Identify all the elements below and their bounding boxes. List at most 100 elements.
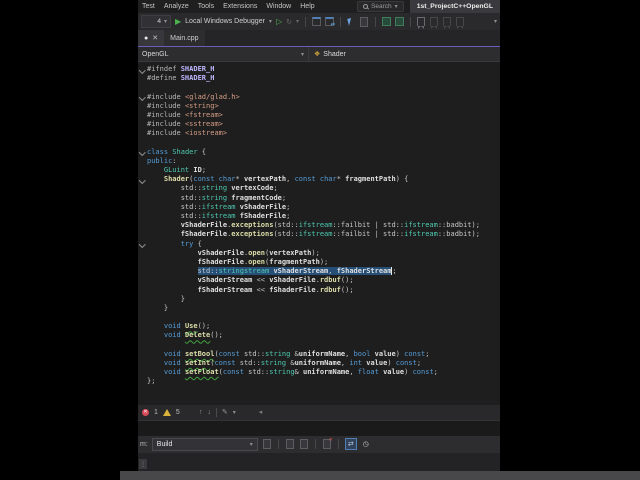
- start-without-debugging-button[interactable]: ▷: [276, 17, 282, 26]
- menu-item-help[interactable]: Help: [300, 3, 314, 10]
- tab-shader-h-cropped[interactable]: ● ✕: [138, 30, 165, 46]
- output-text-area[interactable]: ⋮: [138, 452, 500, 471]
- output-separator: [314, 439, 316, 450]
- timestamp-icon[interactable]: ◷: [361, 439, 371, 449]
- fold-collapse-icon[interactable]: [138, 93, 147, 102]
- code-line: [138, 139, 500, 148]
- code-line: vShaderFile.open(vertexPath);: [138, 249, 500, 258]
- fold-margin: [138, 129, 147, 138]
- toolbar-overflow-button[interactable]: ▾: [494, 18, 497, 25]
- solution-platform-dropdown[interactable]: 4 ▾: [141, 15, 171, 28]
- uncomment-icon[interactable]: [394, 17, 404, 26]
- run-label[interactable]: Local Windows Debugger: [185, 18, 265, 25]
- comment-icon[interactable]: [381, 17, 391, 26]
- warning-icon[interactable]: [162, 408, 171, 416]
- prev-message-icon[interactable]: [285, 439, 295, 450]
- chevron-down-icon: ▾: [394, 4, 398, 10]
- panel-splitter[interactable]: [138, 419, 500, 436]
- toggle-bookmark-icon[interactable]: [417, 17, 426, 29]
- code-line: std::string vertexCode;: [138, 184, 500, 193]
- code-line: #ifndef SHADER_H: [138, 65, 500, 74]
- editor-indicator-bar: ✕ 1 5 ↑ ↓ ✎ ▾ ◂: [138, 404, 500, 420]
- code-line: vShaderFile.exceptions(std::ifstream::fa…: [138, 221, 500, 230]
- menu-item-tools[interactable]: Tools: [198, 3, 214, 10]
- prev-bookmark-icon[interactable]: [430, 17, 439, 29]
- next-issue-icon[interactable]: ↓: [207, 409, 211, 416]
- fold-margin: [138, 221, 147, 230]
- menu-item-test[interactable]: Test: [142, 3, 155, 10]
- project-dropdown[interactable]: OpenGL ▾: [138, 47, 309, 61]
- fold-margin: [138, 313, 147, 322]
- code-line: std::string fragmentCode;: [138, 194, 500, 203]
- output-scrollbar-fragment[interactable]: ⋮: [139, 459, 147, 469]
- fold-collapse-icon[interactable]: [138, 65, 147, 74]
- fold-margin: [138, 267, 147, 276]
- error-icon[interactable]: ✕: [142, 408, 149, 416]
- code-line: [138, 83, 500, 92]
- fold-margin: [138, 83, 147, 92]
- fold-margin: [138, 102, 147, 111]
- document-icon[interactable]: [360, 16, 369, 27]
- fold-margin: [138, 157, 147, 166]
- fold-collapse-icon[interactable]: [138, 175, 147, 184]
- indicator-separator: [215, 407, 217, 417]
- fold-collapse-icon[interactable]: [138, 240, 147, 249]
- output-separator: [337, 439, 339, 450]
- clear-bookmarks-icon[interactable]: [456, 17, 465, 29]
- code-line: #include <string>: [138, 102, 500, 111]
- output-source-dropdown[interactable]: Build ▾: [151, 437, 258, 451]
- fold-collapse-icon[interactable]: [138, 148, 147, 157]
- hot-reload-icon[interactable]: ↻: [286, 18, 292, 26]
- error-count[interactable]: 1: [154, 409, 158, 416]
- code-line: #include <fstream>: [138, 111, 500, 120]
- clear-all-output-icon[interactable]: [322, 437, 333, 450]
- fold-margin: [138, 350, 147, 359]
- class-icon: ❖: [314, 51, 321, 58]
- filter-dropdown-icon[interactable]: ▾: [233, 409, 236, 416]
- solution-explorer-window-icon[interactable]: [311, 17, 321, 26]
- word-wrap-icon[interactable]: ⇄: [344, 438, 357, 451]
- run-button[interactable]: ▶: [175, 17, 181, 26]
- tab-main-cpp[interactable]: Main.cpp: [164, 30, 205, 46]
- code-line: #include <iostream>: [138, 129, 500, 138]
- warning-count[interactable]: 5: [176, 409, 180, 416]
- code-line: [138, 341, 500, 350]
- menu-items: Test Analyze Tools Extensions Window Help: [142, 3, 324, 10]
- fold-margin: [138, 341, 147, 350]
- menu-item-extensions[interactable]: Extensions: [223, 3, 257, 10]
- code-line: }: [138, 304, 500, 313]
- run-dropdown-icon[interactable]: ▾: [269, 18, 272, 25]
- code-line: try {: [138, 240, 500, 249]
- filter-icon[interactable]: ✎: [222, 408, 228, 416]
- next-message-icon[interactable]: [299, 439, 309, 450]
- code-line: fShaderStream << fShaderFile.rdbuf();: [138, 286, 500, 295]
- editor-navigation-bar: OpenGL ▾ ❖ Shader: [138, 47, 500, 62]
- menu-bar: Test Analyze Tools Extensions Window Help Sea…: [138, 0, 500, 13]
- code-line: };: [138, 377, 500, 386]
- fold-margin: [138, 249, 147, 258]
- hot-reload-dropdown-icon[interactable]: ▾: [296, 18, 299, 25]
- output-toolbar: m: Build ▾ ⇄ ◷: [138, 435, 500, 453]
- sync-window-icon[interactable]: [324, 17, 335, 28]
- code-line: std::ifstream vShaderFile;: [138, 203, 500, 212]
- code-editor[interactable]: #ifndef SHADER_H #define SHADER_H #include…: [138, 62, 500, 405]
- fold-margin: [138, 203, 147, 212]
- fold-margin: [138, 359, 147, 368]
- hscrollbar-left-arrow[interactable]: ◂: [259, 408, 263, 416]
- code-line: void setInt(const std::string &uniformNa…: [138, 359, 500, 368]
- code-line: void setFloat(const std::string& uniform…: [138, 368, 500, 377]
- close-icon[interactable]: ✕: [152, 34, 158, 42]
- search-box[interactable]: Search ▾: [357, 1, 404, 12]
- show-output-from-label-fragment: m:: [140, 440, 148, 448]
- find-message-icon[interactable]: [262, 439, 272, 450]
- prev-issue-icon[interactable]: ↑: [199, 409, 203, 416]
- type-dropdown[interactable]: ❖ Shader: [309, 50, 351, 59]
- next-bookmark-icon[interactable]: [443, 17, 452, 29]
- cursor-pointer-icon[interactable]: [347, 17, 356, 26]
- chevron-down-icon: ▾: [249, 441, 253, 448]
- code-line: #include <glad/glad.h>: [138, 93, 500, 102]
- menu-item-analyze[interactable]: Analyze: [164, 3, 189, 10]
- menu-item-window[interactable]: Window: [266, 3, 291, 10]
- document-tab-bar: ● ✕ Main.cpp: [138, 30, 500, 47]
- screenshot-stage: Test Analyze Tools Extensions Window Help Sea…: [0, 0, 640, 480]
